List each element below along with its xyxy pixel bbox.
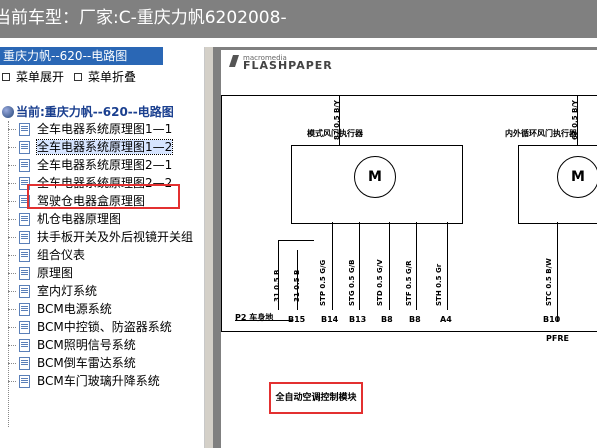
- tree-item[interactable]: 原理图: [0, 264, 193, 282]
- tree-item-label: BCM车门玻璃升降系统: [37, 374, 160, 388]
- motor-left: M: [354, 156, 396, 198]
- tree-item-label: BCM倒车雷达系统: [37, 356, 136, 370]
- tree-item[interactable]: 扶手板开关及外后视镜开关组: [0, 228, 193, 246]
- flashpaper-logo: macromedia FLASHPAPER: [229, 54, 333, 72]
- tree-item-label: BCM电源系统: [37, 302, 112, 316]
- tree-item-label: 全车电器系统原理图2—1: [37, 158, 173, 172]
- document-icon: [19, 249, 30, 262]
- tree-item[interactable]: 组合仪表: [0, 246, 193, 264]
- collapse-menu-button[interactable]: 菜单折叠: [72, 67, 136, 87]
- wire-label: STC 0.5 B/W: [545, 258, 553, 306]
- document-icon: [19, 357, 30, 370]
- pin-label: B10: [543, 315, 561, 324]
- tree-item-selected[interactable]: 全车电器系统原理图1—2: [0, 138, 193, 156]
- tree-item-label: BCM照明信号系统: [37, 338, 136, 352]
- pin-label: B13: [349, 315, 367, 324]
- module-left-title: 模式风门执行器: [307, 129, 363, 138]
- wire-label: STG 0.5 G/B: [348, 259, 356, 306]
- document-icon: [19, 159, 30, 172]
- pin-label: B14: [321, 315, 339, 324]
- tree-item[interactable]: BCM车门玻璃升降系统: [0, 372, 193, 390]
- pin-label: A4: [440, 315, 452, 324]
- tree-item-label: 全车电器系统原理图1—1: [37, 122, 173, 136]
- tree-root[interactable]: 当前:重庆力帆--620--电路图: [2, 103, 174, 121]
- wire-label: STF 0.5 G/R: [405, 260, 413, 306]
- tree-item-label: BCM中控锁、防盗器系统: [37, 320, 172, 334]
- document-icon: [19, 321, 30, 334]
- wire: [447, 222, 448, 310]
- document-icon: [19, 303, 30, 316]
- document-icon: [19, 267, 30, 280]
- collapse-menu-label: 菜单折叠: [88, 70, 137, 84]
- wire-label: 31 0.5 B: [273, 269, 281, 302]
- wire: [278, 240, 314, 241]
- wire: [557, 222, 558, 322]
- module-right-title: 内外循环风门执行器: [505, 129, 577, 138]
- tree-item-label: 组合仪表: [37, 248, 86, 262]
- wire-label: STH 0.5 Gr: [435, 263, 443, 306]
- window-title: 当前车型：厂家:C-重庆力帆6202008-: [0, 8, 287, 28]
- sidebar: 重庆力帆--620--电路图 菜单展开 菜单折叠 当前:重庆力帆--620--电…: [0, 47, 205, 448]
- expand-icon: [2, 73, 10, 81]
- tree-item-label: 机仓电器原理图: [37, 212, 122, 226]
- wire: [359, 222, 360, 310]
- tree-list: 全车电器系统原理图1—1 全车电器系统原理图1—2 全车电器系统原理图2—1 全…: [0, 120, 193, 390]
- tree-item[interactable]: BCM电源系统: [0, 300, 193, 318]
- pane-splitter[interactable]: [205, 47, 213, 448]
- collapse-icon: [74, 73, 82, 81]
- flashpaper-mark-icon: [229, 55, 239, 67]
- pfre-label: PFRE: [546, 334, 569, 343]
- motor-right: M: [557, 156, 597, 198]
- wire-label: STD 0.5 G/V: [376, 259, 384, 306]
- wire: [332, 222, 333, 310]
- pin-label: B8: [409, 315, 421, 324]
- wire-label: 31 0.5 B: [293, 269, 301, 302]
- document-viewer[interactable]: macromedia FLASHPAPER 87 0.5 B/Y 模式风门执行器 …: [213, 47, 597, 448]
- tree-item[interactable]: BCM倒车雷达系统: [0, 354, 193, 372]
- wire-label: STP 0.5 G/G: [319, 259, 327, 306]
- control-module-callout: 全自动空调控制模块: [269, 382, 363, 414]
- sidebar-header: 重庆力帆--620--电路图: [0, 47, 163, 65]
- wire: [416, 222, 417, 310]
- left-border-line: [221, 95, 222, 331]
- pin-label: B8: [381, 315, 393, 324]
- tree-item[interactable]: BCM照明信号系统: [0, 336, 193, 354]
- document-icon: [19, 285, 30, 298]
- tree-item-label: 原理图: [37, 266, 74, 280]
- pin-label: B15: [288, 315, 306, 324]
- document-icon: [19, 123, 30, 136]
- document-icon: [19, 213, 30, 226]
- tree-item-label: 全车电器系统原理图1—2: [35, 139, 174, 155]
- wire: [389, 222, 390, 310]
- logo-bottom: FLASHPAPER: [243, 59, 333, 72]
- highlight-box: [27, 184, 180, 209]
- document-icon: [19, 339, 30, 352]
- document-icon: [19, 231, 30, 244]
- expand-menu-button[interactable]: 菜单展开: [0, 67, 64, 87]
- tree-item[interactable]: 室内灯系统: [0, 282, 193, 300]
- tree-item[interactable]: 机仓电器原理图: [0, 210, 193, 228]
- tree-item-label: 扶手板开关及外后视镜开关组: [37, 230, 194, 244]
- globe-icon: [2, 106, 14, 118]
- tree-item[interactable]: 全车电器系统原理图1—1: [0, 120, 193, 138]
- ground-wire: [235, 320, 293, 321]
- tree-item[interactable]: BCM中控锁、防盗器系统: [0, 318, 193, 336]
- document-icon: [19, 375, 30, 388]
- tree-item[interactable]: 全车电器系统原理图2—1: [0, 156, 193, 174]
- ground-label: P2 车身地: [235, 313, 274, 322]
- diagram-page: macromedia FLASHPAPER 87 0.5 B/Y 模式风门执行器 …: [221, 50, 597, 448]
- expand-menu-label: 菜单展开: [16, 70, 65, 84]
- sidebar-toolbar: 菜单展开 菜单折叠: [0, 67, 204, 87]
- document-icon: [19, 141, 30, 154]
- bottom-border-line: [221, 331, 597, 332]
- tree-root-label: 当前:重庆力帆--620--电路图: [16, 105, 174, 119]
- top-border-line: [221, 95, 597, 96]
- window-title-bar: 当前车型：厂家:C-重庆力帆6202008-: [0, 0, 597, 38]
- tree-item-label: 室内灯系统: [37, 284, 98, 298]
